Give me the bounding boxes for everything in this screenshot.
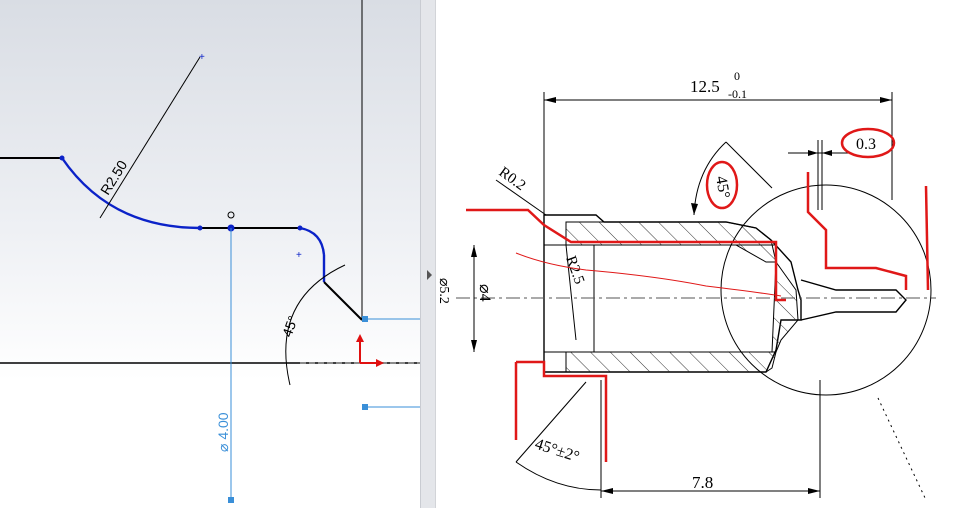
chamfer-leader	[725, 141, 773, 189]
dim-arrow	[544, 97, 556, 103]
dim-arrow	[808, 488, 820, 494]
lower-angle-arc	[515, 461, 602, 491]
detail-leader	[877, 397, 927, 501]
drawing-viewport[interactable]: 12.5 0 -0.1 0.3 45° R0.2 ⌀4 ⌀5.2 R2.5 45…	[436, 0, 960, 508]
markup-sketch-line	[515, 252, 782, 297]
sketch-point[interactable]	[59, 155, 65, 161]
dim-arrow	[471, 245, 477, 257]
outer-diameter-value: ⌀5.2	[436, 278, 451, 304]
overall-length-value: 12.5	[690, 77, 720, 96]
dimension-handle[interactable]	[362, 316, 368, 322]
sketch-point-marker[interactable]	[227, 211, 235, 219]
dim-arrow	[601, 488, 613, 494]
overall-length-upper-tol: 0	[734, 69, 740, 83]
sketch-chamfer[interactable]	[323, 281, 363, 321]
dim-arrow	[808, 150, 818, 156]
hatched-bottom-wall	[565, 351, 777, 373]
sketch-point[interactable]	[197, 225, 203, 231]
dim-arrow	[880, 97, 892, 103]
dim-arrow	[471, 340, 477, 352]
radius-small-value: R0.2	[496, 164, 529, 194]
dimension-handle[interactable]	[362, 404, 368, 410]
overall-length-lower-tol: -0.1	[728, 87, 747, 101]
pane-splitter[interactable]	[420, 0, 436, 508]
arc-center-mark: +	[199, 52, 205, 63]
diameter-dimension[interactable]: ⌀ 4.00	[215, 412, 231, 452]
chamfer-angle-value: 45°	[712, 175, 733, 200]
sketch-fillet[interactable]	[299, 226, 326, 256]
bottom-length-value: 7.8	[692, 473, 713, 492]
angle-dimension[interactable]: 45°	[279, 314, 301, 339]
drawing-canvas: 12.5 0 -0.1 0.3 45° R0.2 ⌀4 ⌀5.2 R2.5 45…	[436, 69, 936, 501]
diameter-handle[interactable]	[228, 497, 234, 503]
sketch-canvas[interactable]: + + R2.50 45° ⌀ 4.00	[0, 0, 420, 508]
lower-angle-value: 45°±2°	[533, 436, 582, 466]
radius-leader-line	[99, 56, 201, 219]
nozzle-tip	[800, 279, 907, 321]
sketch-viewport[interactable]: + + R2.50 45° ⌀ 4.00	[0, 0, 420, 508]
gap-dimension-value: 0.3	[856, 136, 876, 153]
origin-y-arrow-icon	[356, 334, 364, 342]
sketch-point[interactable]	[297, 225, 303, 231]
inner-diameter-value: ⌀4	[476, 284, 493, 302]
splitter-graphic	[427, 270, 432, 280]
dim-arrow	[822, 150, 832, 156]
dim-arrow	[691, 203, 698, 215]
markup-tip-line	[924, 185, 930, 291]
fillet-center-mark: +	[296, 250, 302, 261]
triangle-right-icon[interactable]	[427, 270, 432, 280]
origin-x-arrow-icon	[376, 359, 384, 367]
